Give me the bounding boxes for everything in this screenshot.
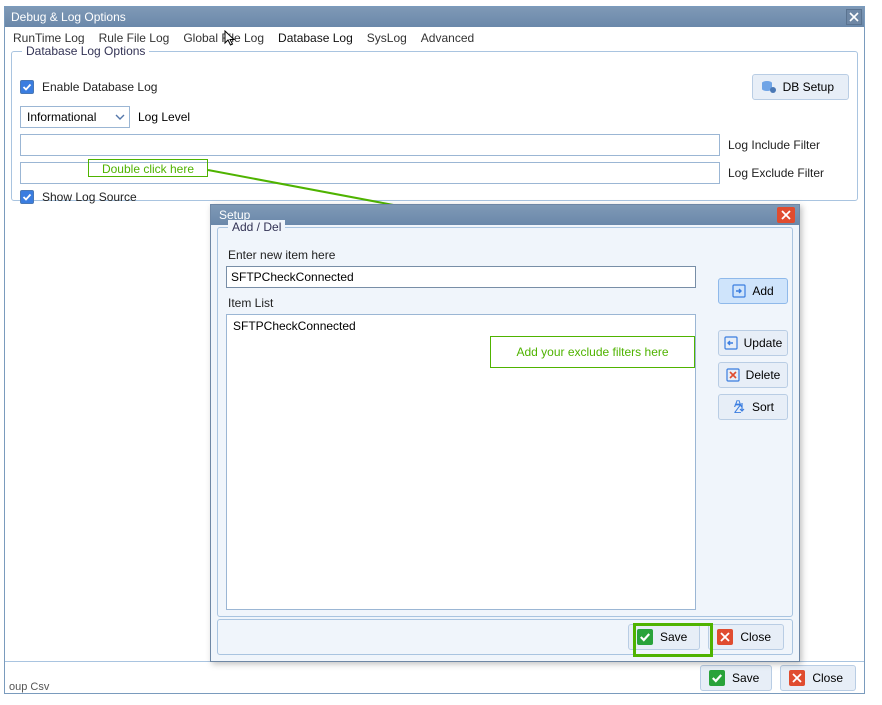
new-item-input[interactable] xyxy=(226,266,696,288)
sort-button[interactable]: A Z Sort xyxy=(718,394,788,420)
groupbox-title: Database Log Options xyxy=(22,44,149,58)
setup-titlebar-close-button[interactable] xyxy=(777,207,795,223)
update-button[interactable]: Update xyxy=(718,330,788,356)
log-level-label: Log Level xyxy=(138,110,190,124)
enter-new-item-label: Enter new item here xyxy=(228,248,784,262)
db-setup-button[interactable]: DB Setup xyxy=(752,74,849,100)
close-icon xyxy=(781,210,791,220)
main-close-button[interactable]: Close xyxy=(780,665,856,691)
setup-dialog: Setup Add / Del Enter new item here Add … xyxy=(210,204,800,662)
main-save-label: Save xyxy=(732,671,759,685)
main-close-label: Close xyxy=(812,671,843,685)
log-include-filter-label: Log Include Filter xyxy=(728,138,848,152)
close-icon xyxy=(789,670,805,686)
window-title: Debug & Log Options xyxy=(11,10,126,24)
show-log-source-label: Show Log Source xyxy=(42,190,137,204)
log-level-select[interactable]: Informational xyxy=(20,106,130,128)
delete-icon xyxy=(726,368,740,382)
truncated-background-text: oup Csv xyxy=(9,681,49,693)
log-exclude-filter-label: Log Exclude Filter xyxy=(728,166,848,180)
show-log-source-checkbox[interactable] xyxy=(20,190,34,204)
db-setup-label: DB Setup xyxy=(783,80,834,94)
setup-save-button[interactable]: Save xyxy=(628,624,700,650)
setup-titlebar: Setup xyxy=(211,205,799,225)
sort-button-label: Sort xyxy=(752,400,774,414)
update-arrow-icon xyxy=(724,336,738,350)
add-del-group-title: Add / Del xyxy=(228,220,285,234)
side-button-column: Update Delete A Z Sort xyxy=(718,330,788,420)
enable-database-log-label: Enable Database Log xyxy=(42,80,157,94)
check-icon xyxy=(22,82,32,92)
log-include-filter-input[interactable] xyxy=(20,134,720,156)
chevron-down-icon xyxy=(115,112,125,122)
delete-button-label: Delete xyxy=(746,368,781,382)
tab-runtime-log[interactable]: RunTime Log xyxy=(13,31,85,45)
add-del-group: Add / Del Enter new item here Add Item L… xyxy=(217,227,793,617)
update-button-label: Update xyxy=(744,336,783,350)
add-arrow-icon xyxy=(732,284,746,298)
main-dialog-footer: Save Close xyxy=(5,661,864,693)
setup-close-label: Close xyxy=(740,630,771,644)
setup-close-button[interactable]: Close xyxy=(708,624,784,650)
add-button-label: Add xyxy=(752,284,773,298)
tab-database-log[interactable]: Database Log xyxy=(278,31,353,45)
enable-database-log-checkbox[interactable] xyxy=(20,80,34,94)
tab-global-file-log[interactable]: Global File Log xyxy=(183,31,264,45)
exclude-filters-hint: Add your exclude filters here xyxy=(490,336,695,368)
log-level-value: Informational xyxy=(27,110,96,124)
setup-dialog-footer: Save Close xyxy=(217,619,793,655)
list-item[interactable]: SFTPCheckConnected xyxy=(233,319,689,333)
check-icon xyxy=(22,192,32,202)
close-icon xyxy=(717,629,733,645)
sort-icon: A Z xyxy=(732,400,746,414)
tab-advanced[interactable]: Advanced xyxy=(421,31,474,45)
add-button[interactable]: Add xyxy=(718,278,788,304)
check-icon xyxy=(637,629,653,645)
setup-save-label: Save xyxy=(660,630,687,644)
database-gear-icon xyxy=(761,80,777,94)
main-save-button[interactable]: Save xyxy=(700,665,772,691)
check-icon xyxy=(709,670,725,686)
window-close-button[interactable] xyxy=(846,9,862,25)
delete-button[interactable]: Delete xyxy=(718,362,788,388)
tab-rule-file-log[interactable]: Rule File Log xyxy=(99,31,170,45)
tab-syslog[interactable]: SysLog xyxy=(367,31,407,45)
titlebar: Debug & Log Options xyxy=(5,7,864,27)
setup-body: Add / Del Enter new item here Add Item L… xyxy=(211,225,799,623)
database-log-options-group: Database Log Options Enable Database Log… xyxy=(11,51,858,201)
item-list-label: Item List xyxy=(228,296,784,310)
double-click-hint: Double click here xyxy=(88,159,208,177)
close-icon xyxy=(849,12,859,22)
svg-text:Z: Z xyxy=(734,402,741,414)
